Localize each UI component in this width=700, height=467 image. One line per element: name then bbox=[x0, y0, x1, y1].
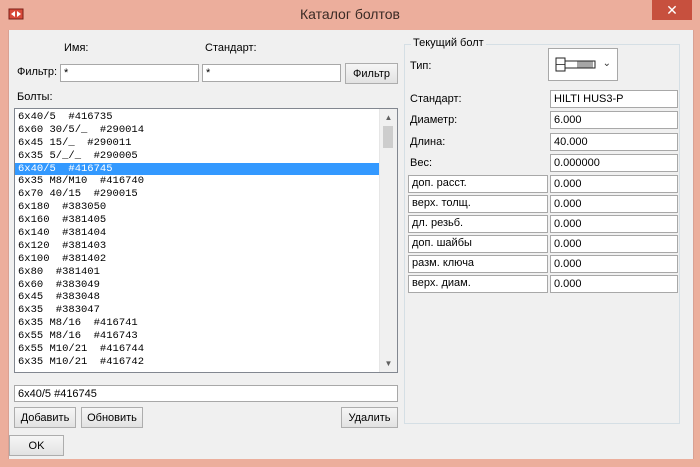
param-value-field[interactable] bbox=[550, 275, 678, 293]
param-label: разм. ключа bbox=[408, 255, 548, 273]
current-bolt-input[interactable] bbox=[14, 385, 398, 402]
param-value-field[interactable] bbox=[550, 235, 678, 253]
add-button[interactable]: Добавить bbox=[14, 407, 76, 428]
length-label: Длина: bbox=[410, 136, 446, 148]
delete-button[interactable]: Удалить bbox=[341, 407, 398, 428]
list-item[interactable]: 6x60 #383049 bbox=[15, 279, 380, 292]
param-label: доп. расст. bbox=[408, 175, 548, 193]
type-select[interactable]: ⌄ bbox=[548, 48, 618, 81]
param-value-field[interactable] bbox=[550, 195, 678, 213]
list-item[interactable]: 6x45 #383048 bbox=[15, 291, 380, 304]
bolt-icon bbox=[555, 57, 596, 72]
ok-button[interactable]: OK bbox=[9, 435, 64, 456]
param-label: верх. диам. bbox=[408, 275, 548, 293]
filter-button[interactable]: Фильтр bbox=[345, 63, 398, 84]
list-item[interactable]: 6x160 #381405 bbox=[15, 214, 380, 227]
weight-field[interactable] bbox=[550, 154, 678, 172]
filter-label: Фильтр: bbox=[17, 66, 58, 78]
scroll-down-icon[interactable]: ▼ bbox=[380, 355, 397, 372]
scroll-up-icon[interactable]: ▲ bbox=[380, 109, 397, 126]
bolts-list: 6x40/5 #416735 6x60 30/5/_ #290014 6x45 15… bbox=[15, 109, 380, 369]
list-item[interactable]: 6x45 15/_ #290011 bbox=[15, 137, 380, 150]
list-item[interactable]: 6x55 M8/16 #416743 bbox=[15, 330, 380, 343]
type-label: Тип: bbox=[410, 60, 432, 72]
window-frame-bottom bbox=[0, 459, 700, 467]
param-label: верх. толщ. bbox=[408, 195, 548, 213]
close-icon[interactable]: ✕ bbox=[652, 0, 692, 20]
standard-field[interactable] bbox=[550, 90, 678, 108]
weight-label: Вес: bbox=[410, 157, 433, 169]
list-item[interactable]: 6x35 5/_/_ #290005 bbox=[15, 150, 380, 163]
param-value-field[interactable] bbox=[550, 215, 678, 233]
param-label: доп. шайбы bbox=[408, 235, 548, 253]
list-item[interactable]: 6x35 #383047 bbox=[15, 304, 380, 317]
standard-label: Стандарт: bbox=[410, 93, 462, 105]
list-item[interactable]: 6x120 #381403 bbox=[15, 240, 380, 253]
name-header: Имя: bbox=[64, 42, 89, 54]
list-item[interactable]: 6x100 #381402 bbox=[15, 253, 380, 266]
list-item[interactable]: 6x60 30/5/_ #290014 bbox=[15, 124, 380, 137]
list-item[interactable]: 6x40/5 #416745 bbox=[15, 162, 380, 176]
bolts-listbox[interactable]: 6x40/5 #416735 6x60 30/5/_ #290014 6x45 15… bbox=[14, 108, 398, 373]
window-title: Каталог болтов bbox=[300, 6, 400, 22]
bolts-label: Болты: bbox=[17, 91, 53, 103]
list-item[interactable]: 6x80 #381401 bbox=[15, 266, 380, 279]
chevron-down-icon: ⌄ bbox=[602, 58, 611, 69]
title-bar[interactable]: Каталог болтов ✕ bbox=[0, 0, 700, 30]
list-item[interactable]: 6x180 #383050 bbox=[15, 201, 380, 214]
diameter-field[interactable] bbox=[550, 111, 678, 129]
list-item[interactable]: 6x35 M8/16 #416741 bbox=[15, 317, 380, 330]
list-item[interactable]: 6x140 #381404 bbox=[15, 227, 380, 240]
list-scrollbar[interactable]: ▲ ▼ bbox=[379, 109, 397, 372]
filter-standard-input[interactable] bbox=[202, 64, 341, 82]
current-bolt-title: Текущий болт bbox=[411, 37, 486, 49]
refresh-button[interactable]: Обновить bbox=[81, 407, 143, 428]
scroll-thumb[interactable] bbox=[383, 126, 393, 148]
filter-name-input[interactable] bbox=[60, 64, 199, 82]
length-field[interactable] bbox=[550, 133, 678, 151]
list-item[interactable]: 6x40/5 #416735 bbox=[15, 111, 380, 124]
param-label: дл. резьб. bbox=[408, 215, 548, 233]
param-value-field[interactable] bbox=[550, 255, 678, 273]
diameter-label: Диаметр: bbox=[410, 114, 458, 126]
list-item[interactable]: 6x55 M10/21 #416744 bbox=[15, 343, 380, 356]
list-item[interactable]: 6x35 M8/M10 #416740 bbox=[15, 175, 380, 188]
list-item[interactable]: 6x70 40/15 #290015 bbox=[15, 188, 380, 201]
list-item[interactable]: 6x35 M10/21 #416742 bbox=[15, 356, 380, 369]
standard-header: Стандарт: bbox=[205, 42, 257, 54]
param-value-field[interactable] bbox=[550, 175, 678, 193]
window-frame-left bbox=[0, 30, 8, 467]
